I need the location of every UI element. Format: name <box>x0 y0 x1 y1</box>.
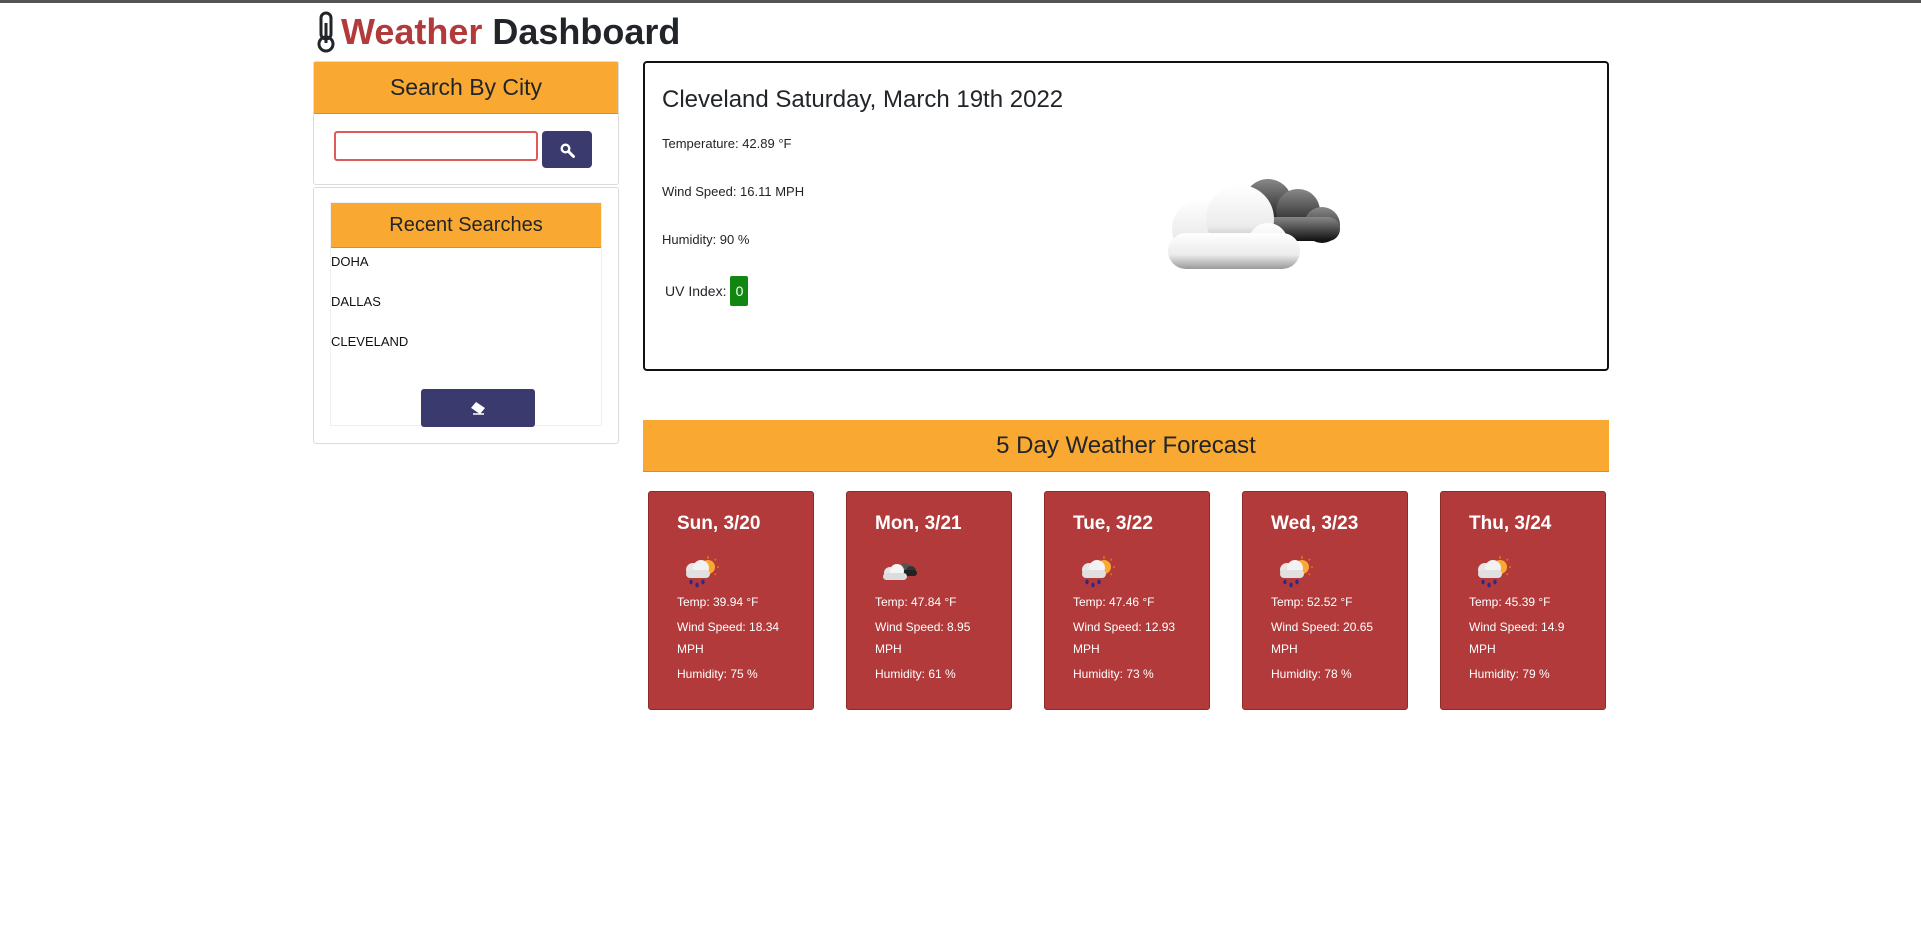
forecast-temp: Temp: 47.84 °F <box>875 595 957 609</box>
rain-sun-icon <box>1478 556 1511 588</box>
forecast-card: Mon, 3/21 Temp: 47.84 °F Wind Speed: 8.9… <box>846 491 1012 710</box>
forecast-wind: Wind Speed: 8.95 MPH <box>875 620 971 656</box>
forecast-date: Thu, 3/24 <box>1469 513 1552 534</box>
recent-searches-heading: Recent Searches <box>331 203 601 248</box>
forecast-date: Mon, 3/21 <box>875 513 962 534</box>
forecast-temp: Temp: 45.39 °F <box>1469 595 1551 609</box>
forecast-humidity: Humidity: 79 % <box>1469 667 1550 681</box>
thermometer-icon <box>317 11 335 53</box>
recent-search-item[interactable]: DALLAS <box>331 294 381 309</box>
city-search-input[interactable] <box>334 131 538 161</box>
title-weather: Weather <box>341 11 483 52</box>
recent-searches-card: Recent Searches DOHA DALLAS CLEVELAND <box>313 187 619 444</box>
forecast-humidity: Humidity: 73 % <box>1073 667 1154 681</box>
uv-index-label: UV Index: <box>665 283 727 299</box>
search-button[interactable] <box>542 131 592 168</box>
forecast-temp: Temp: 52.52 °F <box>1271 595 1353 609</box>
title-dashboard: Dashboard <box>482 11 681 52</box>
recent-searches-panel: Recent Searches DOHA DALLAS CLEVELAND <box>330 202 602 427</box>
cloudy-night-icon <box>1168 179 1340 269</box>
uv-index-badge: 0 <box>730 276 749 306</box>
page-title: Weather Dashboard <box>341 11 680 53</box>
forecast-heading: 5 Day Weather Forecast <box>643 420 1609 472</box>
forecast-date: Sun, 3/20 <box>677 513 761 534</box>
rain-sun-icon <box>1082 556 1115 588</box>
forecast-card: Wed, 3/23 Temp: 52.52 °F Wind Speed: 20.… <box>1242 491 1408 710</box>
rain-sun-icon <box>1280 556 1313 588</box>
forecast-card: Tue, 3/22 Temp: 47.46 °F Wind Speed: 12.… <box>1044 491 1210 710</box>
clear-history-button[interactable] <box>421 389 535 427</box>
app-header: Weather Dashboard <box>313 7 680 57</box>
recent-search-item[interactable]: DOHA <box>331 254 369 269</box>
recent-search-item[interactable]: CLEVELAND <box>331 334 408 349</box>
forecast-humidity: Humidity: 78 % <box>1271 667 1352 681</box>
forecast-date: Wed, 3/23 <box>1271 513 1359 534</box>
search-heading: Search By City <box>314 62 618 114</box>
forecast-humidity: Humidity: 61 % <box>875 667 956 681</box>
current-wind-speed: Wind Speed: 16.11 MPH <box>662 184 805 199</box>
forecast-temp: Temp: 47.46 °F <box>1073 595 1155 609</box>
current-weather-card: Cleveland Saturday, March 19th 2022 Temp… <box>643 61 1609 371</box>
forecast-humidity: Humidity: 75 % <box>677 667 758 681</box>
forecast-card: Sun, 3/20 Temp: 39.94 °F Wind Speed: 18.… <box>648 491 814 710</box>
uv-index: UV Index: 0 <box>665 276 749 306</box>
rain-sun-icon <box>686 556 719 588</box>
eraser-icon <box>471 402 485 415</box>
search-card: Search By City <box>313 61 619 185</box>
forecast-wind: Wind Speed: 18.34 MPH <box>677 620 780 656</box>
forecast-temp: Temp: 39.94 °F <box>677 595 759 609</box>
forecast-wind: Wind Speed: 14.9 MPH <box>1469 620 1565 656</box>
current-temperature: Temperature: 42.89 °F <box>662 136 792 151</box>
forecast-card: Thu, 3/24 Temp: 45.39 °F Wind Speed: 14.… <box>1440 491 1606 710</box>
forecast-wind: Wind Speed: 12.93 MPH <box>1073 620 1176 656</box>
forecast-date: Tue, 3/22 <box>1073 513 1153 534</box>
search-icon <box>560 143 575 158</box>
forecast-wind: Wind Speed: 20.65 MPH <box>1271 620 1374 656</box>
current-humidity: Humidity: 90 % <box>662 232 750 247</box>
cloud-night-icon <box>883 563 917 580</box>
city-date-heading: Cleveland Saturday, March 19th 2022 <box>662 86 1064 113</box>
